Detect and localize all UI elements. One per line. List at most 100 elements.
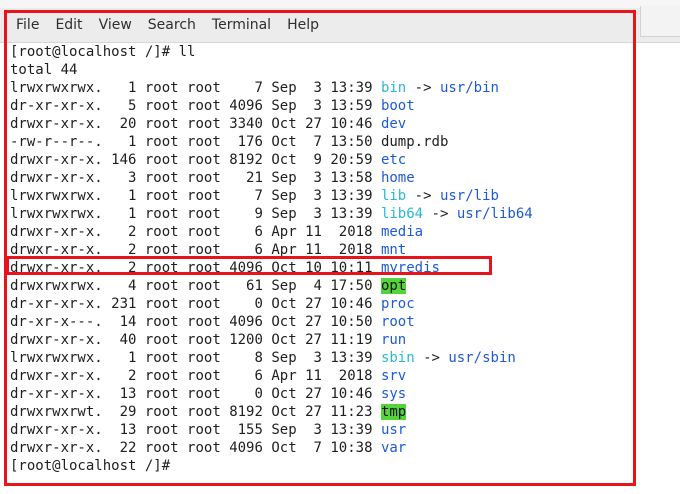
permissions: lrwxrwxrwx.: [10, 206, 112, 222]
owner: root: [144, 422, 188, 438]
group: root: [187, 278, 230, 294]
listing-row: drwxr-xr-x. 2 root root 4096 Oct 10 10:1…: [10, 259, 440, 277]
size: 4096: [229, 440, 272, 456]
link-count: 40: [111, 332, 145, 348]
day: 27: [305, 314, 331, 330]
time: 10:50: [330, 314, 381, 330]
day: 27: [305, 404, 331, 420]
owner: root: [144, 368, 188, 384]
link-count: 29: [111, 404, 145, 420]
group: root: [187, 440, 230, 456]
owner: root: [144, 350, 188, 366]
entry-name: sbin: [380, 350, 415, 366]
month: Apr: [271, 224, 306, 240]
listing-row: drwxr-xr-x. 2 root root 6 Apr 11 2018 mn…: [10, 241, 406, 259]
time: 13:59: [330, 98, 381, 114]
link-count: 5: [111, 98, 145, 114]
time: 13:39: [330, 206, 381, 222]
menu-search[interactable]: Search: [140, 8, 204, 42]
size: 8: [229, 350, 272, 366]
day: 9: [305, 152, 331, 168]
permissions: dr-xr-xr-x.: [10, 386, 112, 402]
menu-terminal[interactable]: Terminal: [204, 8, 279, 42]
size: 0: [229, 296, 272, 312]
size: 21: [229, 170, 272, 186]
entry-name: usr: [380, 422, 407, 438]
link-count: 13: [111, 422, 145, 438]
month: Oct: [271, 152, 306, 168]
entry-name: root: [380, 314, 415, 330]
month: Sep: [271, 422, 306, 438]
time: 20:59: [330, 152, 381, 168]
listing-row: drwxr-xr-x. 146 root root 8192 Oct 9 20:…: [10, 151, 406, 169]
owner: root: [144, 386, 188, 402]
group: root: [187, 368, 230, 384]
listing-row: drwxr-xr-x. 2 root root 6 Apr 11 2018 me…: [10, 223, 423, 241]
group: root: [187, 422, 230, 438]
time: 13:39: [330, 350, 381, 366]
time: 10:38: [330, 440, 381, 456]
listing-row: lrwxrwxrwx. 1 root root 8 Sep 3 13:39 sb…: [10, 349, 516, 367]
menu-file[interactable]: File: [8, 8, 47, 42]
day: 3: [305, 422, 331, 438]
group: root: [187, 206, 230, 222]
size: 1200: [229, 332, 272, 348]
group: root: [187, 116, 230, 132]
link-count: 1: [111, 188, 145, 204]
group: root: [187, 386, 230, 402]
entry-name: boot: [380, 98, 415, 114]
entry-name: sys: [380, 386, 407, 402]
owner: root: [144, 80, 188, 96]
permissions: drwxr-xr-x.: [10, 422, 112, 438]
permissions: lrwxrwxrwx.: [10, 80, 112, 96]
time: 13:39: [330, 80, 381, 96]
listing-row: dr-xr-xr-x. 13 root root 0 Oct 27 10:46 …: [10, 385, 406, 403]
link-count: 22: [111, 440, 145, 456]
owner: root: [144, 134, 188, 150]
entry-name: run: [380, 332, 407, 348]
group: root: [187, 80, 230, 96]
size: 4096: [229, 314, 272, 330]
listing-row: drwxr-xr-x. 13 root root 155 Sep 3 13:39…: [10, 421, 406, 439]
menu-view[interactable]: View: [91, 8, 140, 42]
entry-name: media: [380, 224, 424, 240]
owner: root: [144, 260, 188, 276]
time: 13:39: [330, 188, 381, 204]
link-count: 2: [111, 260, 145, 276]
entry-name: lib: [380, 188, 407, 204]
menu-edit[interactable]: Edit: [47, 8, 90, 42]
month: Apr: [271, 242, 306, 258]
terminal-output[interactable]: [root@localhost /]# ll total 44 lrwxrwxr…: [0, 43, 680, 494]
owner: root: [144, 314, 188, 330]
link-count: 14: [111, 314, 145, 330]
menu-bar: File Edit View Search Terminal Help: [0, 8, 680, 43]
permissions: drwxr-xr-x.: [10, 116, 112, 132]
permissions: drwxrwxrwt.: [10, 404, 112, 420]
permissions: drwxr-xr-x.: [10, 440, 112, 456]
size: 9: [229, 206, 272, 222]
listing-row: drwxr-xr-x. 40 root root 1200 Oct 27 11:…: [10, 331, 406, 349]
permissions: drwxr-xr-x.: [10, 242, 112, 258]
month: Sep: [271, 188, 306, 204]
group: root: [187, 188, 230, 204]
listing-row: dr-xr-xr-x. 5 root root 4096 Sep 3 13:59…: [10, 97, 415, 115]
month: Sep: [271, 206, 306, 222]
time: 2018: [330, 242, 381, 258]
day: 27: [305, 386, 331, 402]
owner: root: [144, 242, 188, 258]
size: 176: [229, 134, 272, 150]
link-count: 1: [111, 350, 145, 366]
month: Sep: [271, 170, 306, 186]
entry-name: proc: [380, 296, 415, 312]
permissions: drwxr-xr-x.: [10, 368, 112, 384]
time: 2018: [330, 368, 381, 384]
menu-help[interactable]: Help: [279, 8, 327, 42]
owner: root: [144, 152, 188, 168]
listing-row: dr-xr-xr-x. 231 root root 0 Oct 27 10:46…: [10, 295, 415, 313]
symlink-arrow: ->: [414, 350, 449, 366]
size: 4096: [229, 98, 272, 114]
month: Oct: [271, 386, 306, 402]
day: 7: [305, 134, 331, 150]
month: Oct: [271, 440, 306, 456]
day: 3: [305, 350, 331, 366]
